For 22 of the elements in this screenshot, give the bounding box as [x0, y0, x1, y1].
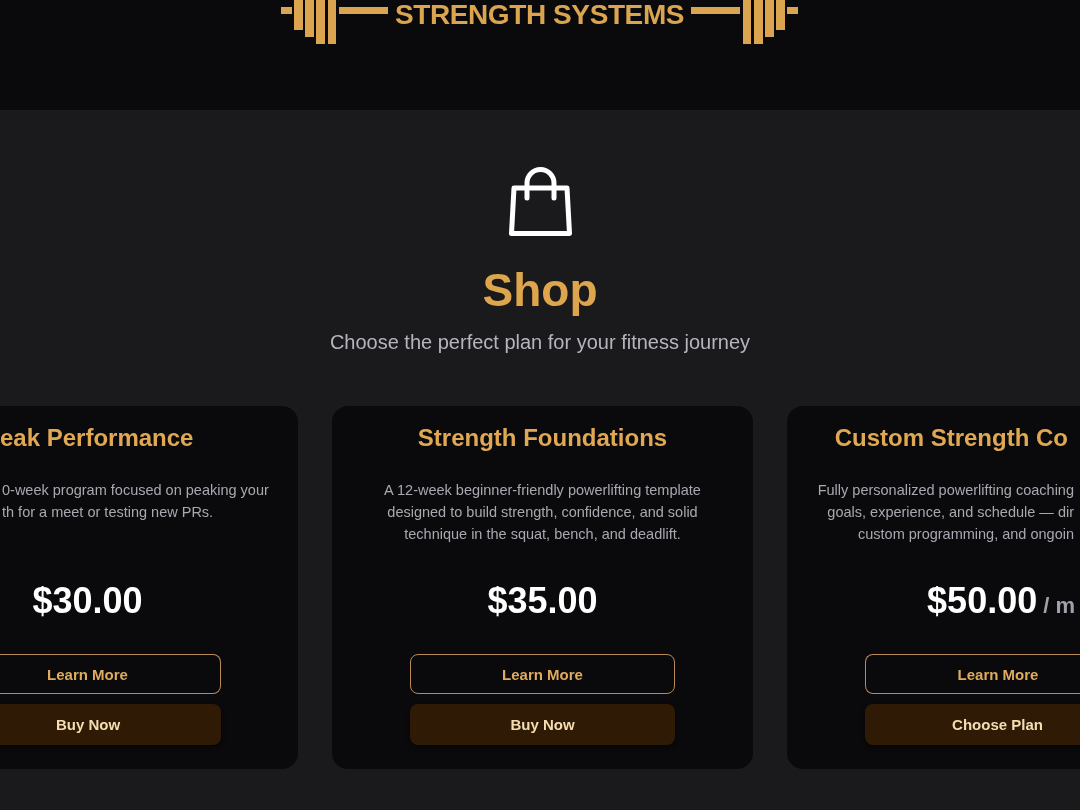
details-button[interactable]: Learn More [865, 654, 1080, 694]
plan-description: A 12-week beginner-friendly powerlifting template designed to build strength, confidence, and solid technique in the squat, bench, and deadlift. [384, 481, 701, 544]
details-button[interactable]: Learn More [410, 654, 675, 694]
barbell-plates-icon [280, 0, 388, 44]
plan-price: $50.00 [927, 579, 1038, 623]
section-title: Shop [482, 263, 598, 318]
plan-price: $30.00 [32, 579, 143, 623]
section-subtitle: Choose the perfect plan for your fitness journey [329, 330, 751, 355]
barbell-plates-icon [691, 0, 799, 44]
plan-description: 0-week program focused on peaking your th for a meet or testing new PRs. [1, 481, 270, 522]
purchase-button[interactable]: Buy Now [0, 704, 221, 745]
price-period: / m [1043, 593, 1075, 619]
plan-title: Strength Foundations [417, 423, 668, 453]
shopping-bag-icon [508, 167, 572, 236]
purchase-button[interactable]: Choose Plan [865, 704, 1080, 745]
plan-title: Custom Strength Co [833, 423, 1069, 453]
plan-title: eak Performance [0, 423, 195, 453]
purchase-button[interactable]: Buy Now [410, 704, 675, 745]
plan-description: Fully personalized powerlifting coaching goals, experience, and schedule — dir custom programming, and ongoin [816, 481, 1075, 544]
plan-price: $35.00 [487, 579, 598, 623]
logo-text: STRENGTH SYSTEMS [393, 0, 686, 30]
details-button[interactable]: Learn More [0, 654, 221, 694]
